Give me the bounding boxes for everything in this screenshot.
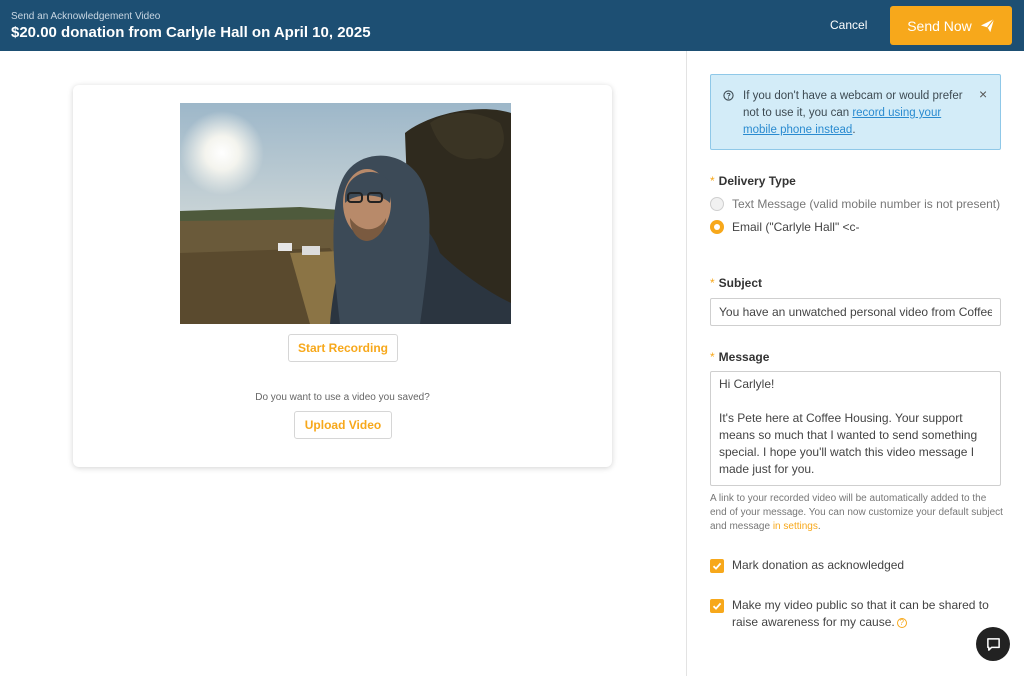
chat-bubble-icon (986, 637, 1000, 651)
paper-plane-icon (980, 18, 995, 33)
radio-email-label: Email ("Carlyle Hall" <c- (732, 220, 860, 234)
subject-input[interactable] (710, 298, 1001, 326)
message-body: It's Pete here at Coffee Housing. Your s… (719, 411, 978, 476)
subject-label-text: Subject (718, 276, 763, 290)
checkmark-icon (712, 562, 722, 570)
send-now-button[interactable]: Send Now (890, 6, 1012, 45)
webcam-info-banner: If you don't have a webcam or would pref… (710, 74, 1001, 150)
start-recording-button[interactable]: Start Recording (288, 334, 398, 362)
pane-divider (686, 51, 687, 676)
webcam-preview (180, 103, 511, 324)
radio-text-message[interactable] (710, 197, 724, 211)
message-label-text: Message (718, 350, 770, 364)
radio-text-message-label: Text Message (valid mobile number is not… (732, 197, 1001, 211)
message-helper-text: A link to your recorded video will be au… (710, 492, 1005, 534)
public-video-label: Make my video public so that it can be s… (732, 597, 997, 631)
chat-launcher-button[interactable] (976, 627, 1010, 661)
helper-after: . (817, 521, 821, 532)
delivery-type-text: Delivery Type (718, 174, 796, 188)
video-recorder-card: Start Recording Do you want to use a vid… (73, 85, 612, 467)
cancel-button[interactable]: Cancel (830, 18, 867, 32)
send-now-label: Send Now (907, 17, 972, 34)
helper-text: A link to your recorded video will be au… (710, 493, 1003, 532)
public-video-text: Make my video public so that it can be s… (732, 598, 989, 629)
question-circle-icon (723, 90, 734, 101)
checkmark-icon (712, 602, 722, 610)
subject-label: * Subject (710, 276, 762, 290)
message-textarea[interactable]: Hi Carlyle! It's Pete here at Coffee Hou… (710, 371, 1001, 486)
required-mark: * (710, 276, 715, 290)
acknowledged-label: Mark donation as acknowledged (732, 558, 905, 572)
page-header: Send an Acknowledgement Video $20.00 don… (0, 0, 1024, 51)
required-mark: * (710, 350, 715, 364)
page-title: $20.00 donation from Carlyle Hall on Apr… (11, 24, 371, 41)
question-circle-icon[interactable]: ? (896, 618, 907, 628)
info-text-after: . (852, 124, 856, 136)
acknowledged-checkbox[interactable] (710, 559, 724, 573)
settings-link[interactable]: in settings (773, 521, 818, 532)
info-text: If you don't have a webcam or would pref… (743, 88, 973, 139)
webcam-preview-image (180, 103, 511, 324)
page-kicker: Send an Acknowledgement Video (11, 11, 161, 22)
saved-video-prompt: Do you want to use a video you saved? (255, 392, 430, 403)
public-video-checkbox[interactable] (710, 599, 724, 613)
message-label: * Message (710, 350, 769, 364)
close-icon[interactable]: × (979, 86, 987, 102)
required-mark: * (710, 174, 715, 188)
message-greeting: Hi Carlyle! (719, 377, 775, 391)
delivery-type-label: * Delivery Type (710, 174, 796, 188)
upload-video-button[interactable]: Upload Video (294, 411, 392, 439)
radio-email[interactable] (710, 220, 724, 234)
